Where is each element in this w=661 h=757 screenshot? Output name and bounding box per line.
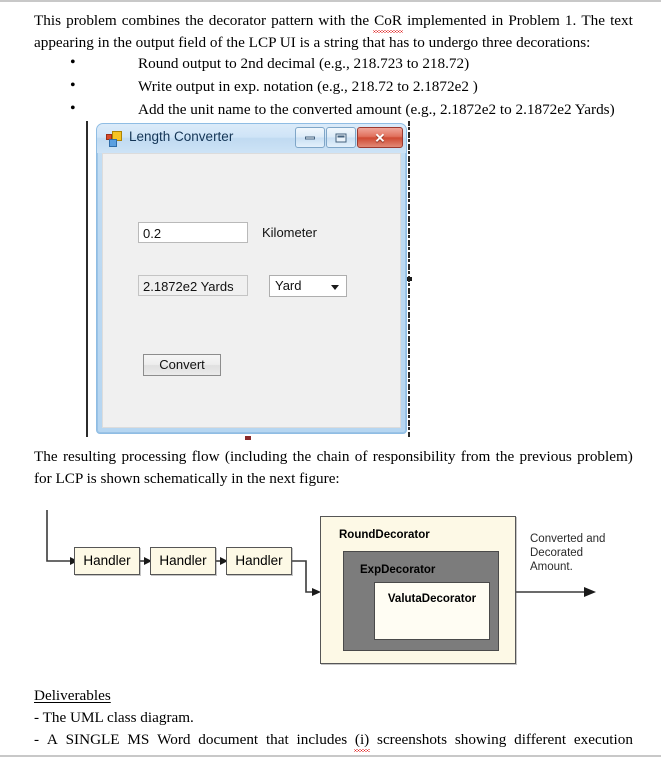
minimize-button[interactable] [295, 127, 325, 148]
maximize-button[interactable] [326, 127, 356, 148]
word: includes [296, 731, 348, 748]
minimize-icon [305, 136, 315, 139]
word: of [354, 448, 368, 465]
word: responsibility [372, 448, 456, 465]
resize-handle-bottom-middle[interactable] [245, 436, 251, 440]
word: pattern [271, 12, 314, 29]
list-item: Write output in exp. notation (e.g., 218… [34, 74, 615, 98]
word: previous [519, 448, 572, 465]
paragraph-intro-line-1: This problem combines the decorator patt… [34, 10, 633, 33]
word: screenshots [377, 731, 448, 748]
window-client-area: 0.2 Kilometer 2.1872e2 Yards Yard Conver… [102, 153, 401, 428]
word: document [198, 731, 259, 748]
word: problem [66, 12, 117, 29]
word: the [292, 448, 312, 465]
word: MS [127, 731, 150, 748]
close-icon: ✕ [374, 130, 386, 145]
list-item: Round output to 2nd decimal (e.g., 218.7… [34, 51, 615, 75]
valuta-decorator-box: ValutaDecorator [374, 582, 490, 640]
source-unit-label: Kilometer [262, 225, 317, 240]
paragraph-intro: This problem combines the decorator patt… [34, 10, 633, 54]
word: Word [157, 731, 191, 748]
paragraph-flow-line-2: for LCP is shown schematically in the ne… [34, 470, 340, 487]
word: the [185, 12, 204, 29]
word: decorator [208, 12, 267, 29]
input-amount-field[interactable]: 0.2 [138, 222, 248, 243]
target-unit-dropdown[interactable]: Yard [269, 275, 347, 297]
exp-decorator-label: ExpDecorator [360, 564, 436, 576]
deliverables-item-1: - The UML class diagram. [34, 709, 194, 726]
target-unit-selected-value: Yard [275, 278, 302, 293]
window-title-bar[interactable]: Length Converter ✕ [97, 124, 406, 153]
misspelled-word-cor: CoR [373, 10, 403, 33]
word: problem) [577, 448, 633, 465]
word: implemented [407, 12, 487, 29]
word: combines [121, 12, 181, 29]
document-page: This problem combines the decorator patt… [0, 0, 661, 757]
paragraph-flow-line-1: The resulting processing flow (including… [34, 446, 633, 468]
word: different [514, 731, 567, 748]
word: A [46, 731, 58, 748]
word: The [34, 448, 58, 465]
round-decorator-box: RoundDecorator ExpDecorator ValutaDecora… [320, 516, 516, 664]
word: SINGLE [65, 731, 120, 748]
deliverables-heading-text: Deliverables [34, 687, 111, 704]
word: the [495, 448, 515, 465]
word: This [34, 12, 62, 29]
word: The [581, 12, 605, 29]
handler-box-1: Handler [74, 547, 140, 575]
word: text [610, 12, 633, 29]
handler-box-2: Handler [150, 547, 216, 575]
deliverables-heading: Deliverables [34, 685, 633, 707]
paragraph-flow: The resulting processing flow (including… [34, 446, 633, 490]
caption-button-group: ✕ [295, 127, 403, 148]
length-converter-window: Length Converter ✕ 0.2 Kilometer 2.1872e… [96, 123, 407, 434]
close-button[interactable]: ✕ [357, 127, 403, 148]
word: from [460, 448, 491, 465]
windows-forms-icon [106, 131, 122, 147]
output-amount-field[interactable]: 2.1872e2 Yards [138, 275, 248, 296]
word: execution [573, 731, 633, 748]
window-title: Length Converter [129, 129, 234, 144]
processing-flow-diagram: Handler Handler Handler RoundDecorator E… [30, 502, 650, 682]
word: resulting [62, 448, 117, 465]
word: in [491, 12, 504, 29]
maximize-icon [335, 133, 347, 142]
deliverables-item-2: - A SINGLE MS Word document that include… [34, 729, 633, 752]
output-annotation: Converted and Decorated Amount. [530, 533, 606, 573]
word: the [350, 12, 370, 29]
list-item: Add the unit name to the converted amoun… [34, 97, 615, 121]
decorations-bullet-list: Round output to 2nd decimal (e.g., 218.7… [34, 51, 615, 121]
word: - [34, 731, 40, 748]
word: 1. [564, 12, 577, 29]
word: chain [316, 448, 350, 465]
handler-box-3: Handler [226, 547, 292, 575]
word: showing [454, 731, 507, 748]
word: Problem [508, 12, 560, 29]
misspelled-word-i: (i) [353, 729, 371, 752]
word: that [265, 731, 289, 748]
deliverables-section: Deliverables - The UML class diagram. - … [34, 685, 633, 752]
convert-button[interactable]: Convert [143, 354, 221, 376]
word: with [318, 12, 346, 29]
exp-decorator-box: ExpDecorator ValutaDecorator [343, 551, 499, 651]
word: flow [191, 448, 220, 465]
round-decorator-label: RoundDecorator [339, 529, 430, 541]
word: processing [121, 448, 187, 465]
paragraph-intro-line-2: appearing in the output field of the LCP… [34, 34, 591, 51]
chevron-down-icon [331, 285, 339, 290]
word: (including [224, 448, 288, 465]
